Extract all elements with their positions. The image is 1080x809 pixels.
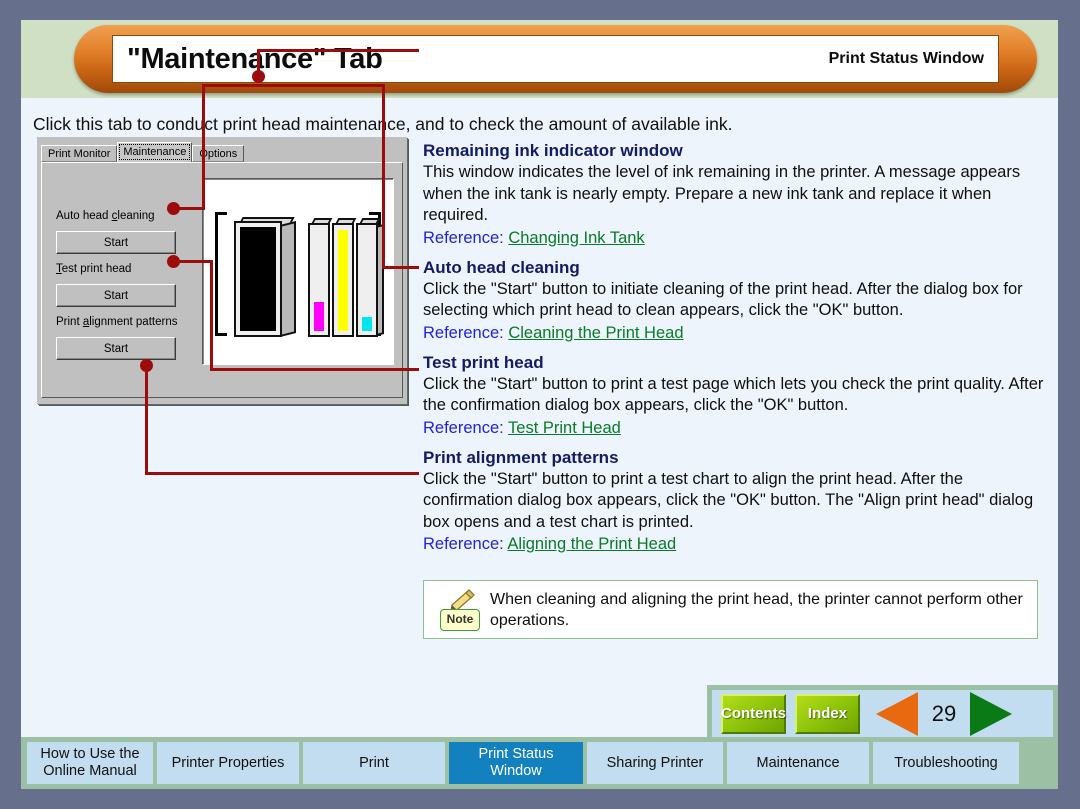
cyan-ink-tank [356, 218, 384, 337]
note-text: When cleaning and aligning the print hea… [490, 590, 1023, 629]
auto-head-cleaning-label: Auto head cleaning [56, 210, 155, 222]
content-column: Remaining ink indicator window This wind… [423, 140, 1048, 563]
footer-tab-maintenance[interactable]: Maintenance [727, 742, 869, 784]
manual-page: "Maintenance" Tab Print Status Window Cl… [21, 20, 1058, 789]
footer-tab-print-status-window[interactable]: Print Status Window [449, 742, 583, 784]
reference-link[interactable]: Aligning the Print Head [507, 535, 676, 553]
maintenance-dialog-screenshot: Print Monitor Maintenance Options Auto h… [37, 137, 407, 404]
auto-head-cleaning-start-button[interactable]: Start [56, 231, 176, 254]
print-alignment-patterns-label: Print alignment patterns [56, 316, 178, 328]
section-body: Click the "Start" button to print a test… [423, 374, 1044, 415]
footer-tab-sharing-printer[interactable]: Sharing Printer [587, 742, 723, 784]
footer-tab-troubleshooting[interactable]: Troubleshooting [873, 742, 1019, 784]
note-icon: Note [438, 588, 482, 631]
section-heading: Print alignment patterns [423, 447, 619, 467]
section-auto-head-cleaning: Auto head cleaning Click the "Start" but… [423, 257, 1048, 344]
title-banner: "Maintenance" Tab Print Status Window [74, 25, 1037, 93]
callout-line-auto-c [202, 84, 385, 87]
section-heading: Auto head cleaning [423, 257, 580, 277]
footer-tab-how-to-use[interactable]: How to Use the Online Manual [27, 742, 153, 784]
reference-label: Reference: [423, 323, 504, 342]
title-banner-inner: "Maintenance" Tab Print Status Window [112, 35, 999, 83]
print-alignment-patterns-start-button[interactable]: Start [56, 337, 176, 360]
section-body: This window indicates the level of ink r… [423, 163, 1021, 224]
section-reference: Reference: Changing Ink Tank [423, 227, 1048, 249]
callout-line-auto-d [382, 84, 385, 269]
section-heading: Test print head [423, 352, 544, 372]
reference-label: Reference: [423, 418, 504, 437]
page-number: 29 [931, 700, 957, 726]
section-print-alignment-patterns: Print alignment patterns Click the "Star… [423, 447, 1048, 556]
previous-page-arrow-icon[interactable] [876, 691, 918, 736]
magenta-ink-tank [308, 218, 333, 337]
ink-bracket-left [215, 212, 227, 336]
footer-tab-print[interactable]: Print [303, 742, 445, 784]
section-reference: Reference: Cleaning the Print Head [423, 322, 1048, 344]
header-band: "Maintenance" Tab Print Status Window [21, 20, 1058, 98]
reference-label: Reference: [423, 535, 504, 553]
ink-window-inner [208, 184, 388, 359]
callout-line-align-a [145, 365, 148, 475]
index-button[interactable]: Index [795, 693, 860, 734]
contents-button[interactable]: Contents [721, 693, 786, 734]
callout-line-test-b [210, 260, 213, 371]
callout-dot-ink [252, 70, 265, 83]
note-badge: Note [440, 608, 480, 631]
callout-dot-align [140, 359, 153, 372]
dialog-tab-print-monitor[interactable]: Print Monitor [41, 145, 118, 162]
test-print-head-label: Test print head [56, 263, 132, 275]
remaining-ink-indicator-window [202, 178, 394, 365]
callout-dot-auto [167, 202, 180, 215]
callout-line-auto-e [382, 266, 419, 269]
section-test-print-head: Test print head Click the "Start" button… [423, 352, 1048, 439]
next-page-arrow-icon[interactable] [970, 691, 1012, 736]
note-box: Note When cleaning and aligning the prin… [423, 580, 1038, 639]
reference-link[interactable]: Changing Ink Tank [508, 229, 644, 247]
reference-link[interactable]: Cleaning the Print Head [508, 324, 683, 342]
section-reference: Reference: Test Print Head [423, 417, 1048, 439]
dialog-tab-maintenance[interactable]: Maintenance [117, 142, 193, 162]
section-label: Print Status Window [828, 50, 984, 67]
dialog-tab-strip: Print Monitor Maintenance Options [41, 142, 245, 162]
section-body: Click the "Start" button to print a test… [423, 469, 1034, 531]
black-ink-tank [234, 217, 296, 337]
footer-tab-bar: How to Use the Online Manual Printer Pro… [21, 737, 1058, 789]
footer-tab-printer-properties[interactable]: Printer Properties [157, 742, 299, 784]
section-remaining-ink: Remaining ink indicator window This wind… [423, 140, 1048, 249]
reference-label: Reference: [423, 228, 504, 247]
callout-line-ink-horz [257, 49, 419, 52]
intro-text: Click this tab to conduct print head mai… [33, 114, 733, 134]
callout-dot-test [167, 255, 180, 268]
dialog-tab-options[interactable]: Options [192, 145, 245, 162]
callout-line-test-c [210, 368, 419, 371]
reference-link[interactable]: Test Print Head [508, 419, 621, 437]
callout-line-align-b [145, 472, 419, 475]
section-reference: Reference: Aligning the Print Head [423, 533, 1048, 555]
dialog-body: Auto head cleaning Start Test print head… [41, 162, 403, 398]
test-print-head-start-button[interactable]: Start [56, 284, 176, 307]
section-heading: Remaining ink indicator window [423, 141, 683, 160]
callout-line-auto-b [202, 84, 205, 210]
navigation-bar: Contents Index 29 [707, 685, 1058, 742]
section-body: Click the "Start" button to initiate cle… [423, 279, 1023, 320]
yellow-ink-tank [332, 218, 357, 337]
